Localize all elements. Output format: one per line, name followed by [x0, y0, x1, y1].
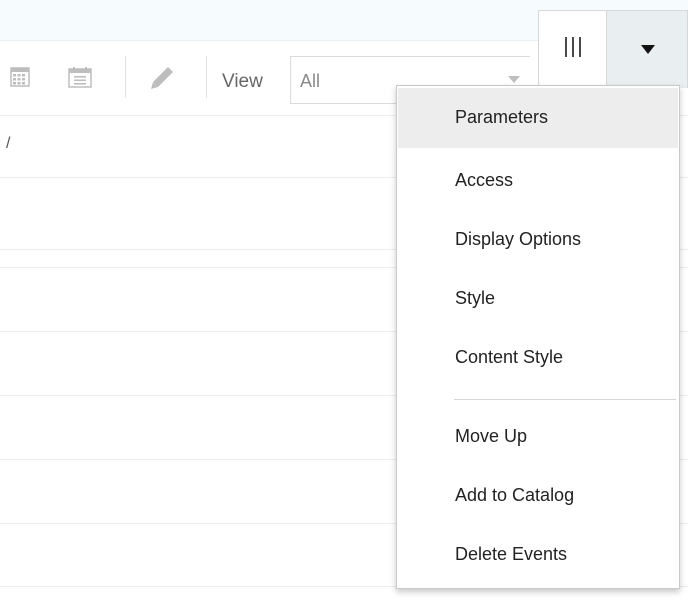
calendar-list-icon[interactable]	[68, 66, 92, 93]
menu-item-label: Add to Catalog	[455, 485, 575, 505]
caret-down-icon	[641, 45, 655, 54]
columns-icon	[565, 37, 581, 57]
menu-button[interactable]	[607, 10, 688, 88]
menu-item-label: Delete Events	[455, 544, 568, 564]
view-label: View	[222, 71, 263, 92]
menu-item-delete-events[interactable]: Delete Events	[398, 525, 678, 585]
row-fragment: /	[6, 135, 11, 152]
menu-item-add-to-catalog[interactable]: Add to Catalog	[398, 466, 678, 526]
menu-item-label: Style	[455, 288, 496, 308]
menu-item-label: Access	[455, 170, 514, 190]
menu-item-label: Content Style	[455, 347, 564, 367]
calendar-month-icon[interactable]	[10, 66, 30, 92]
menu-item-style[interactable]: Style	[398, 269, 678, 329]
chevron-down-icon[interactable]	[508, 76, 520, 83]
menu-separator	[454, 399, 676, 400]
actions-dropdown-menu: Parameters Access Display Options Style …	[396, 85, 680, 589]
menu-item-label: Parameters	[455, 107, 549, 127]
view-select-value: All	[300, 71, 321, 91]
toolbar-separator	[206, 56, 207, 98]
menu-item-label: Display Options	[455, 229, 582, 249]
menu-item-label: Move Up	[455, 426, 528, 446]
menu-item-display-options[interactable]: Display Options	[398, 210, 678, 270]
menu-item-parameters[interactable]: Parameters	[398, 88, 678, 148]
menu-item-access[interactable]: Access	[398, 151, 678, 211]
menu-item-move-up[interactable]: Move Up	[398, 407, 678, 467]
pencil-icon[interactable]	[148, 64, 176, 97]
toolbar-separator	[125, 56, 126, 98]
columns-button[interactable]	[538, 10, 607, 88]
menu-item-content-style[interactable]: Content Style	[398, 328, 678, 388]
